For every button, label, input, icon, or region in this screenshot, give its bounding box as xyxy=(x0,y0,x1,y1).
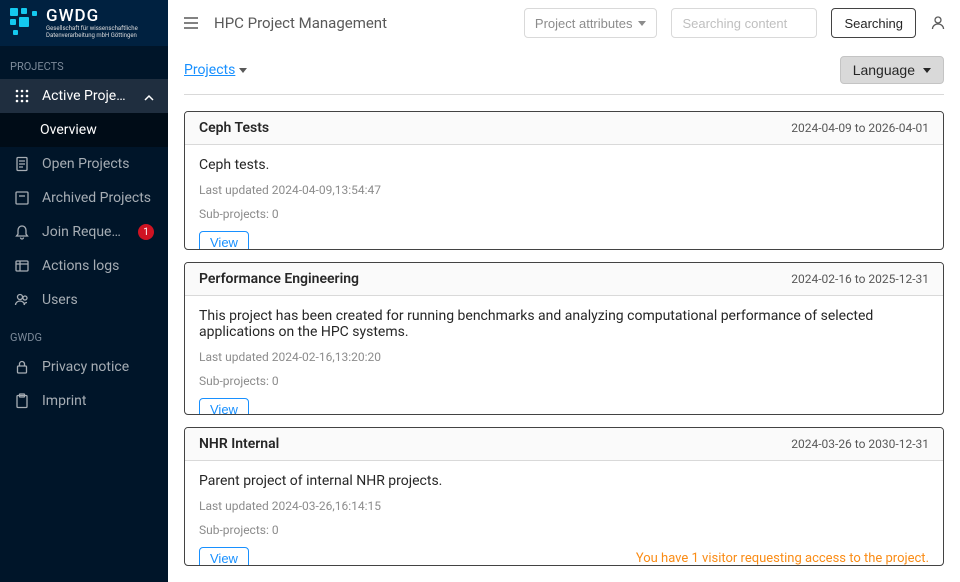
sidebar-item-label: Open Projects xyxy=(42,156,154,172)
project-dates: 2024-02-16 to 2025-12-31 xyxy=(791,272,929,286)
sidebar-item-label: Privacy notice xyxy=(42,359,154,375)
project-card-body: Ceph tests. Last updated 2024-04-09,13:5… xyxy=(185,145,943,250)
file-icon xyxy=(14,156,30,172)
project-description: This project has been created for runnin… xyxy=(199,308,929,340)
project-dates: 2024-03-26 to 2030-12-31 xyxy=(791,437,929,451)
project-card-body: Parent project of internal NHR projects.… xyxy=(185,461,943,566)
project-sub-projects: Sub-projects: 0 xyxy=(199,374,929,388)
search-button[interactable]: Searching xyxy=(831,8,916,38)
notification-badge: 1 xyxy=(138,224,154,240)
language-button[interactable]: Language xyxy=(840,56,944,84)
sidebar-item-privacy-notice[interactable]: Privacy notice xyxy=(0,350,168,384)
view-button[interactable]: View xyxy=(199,231,249,250)
dropdown-label: Project attributes xyxy=(535,16,633,31)
grid-icon xyxy=(14,88,30,104)
clipboard-icon xyxy=(14,393,30,409)
view-button[interactable]: View xyxy=(199,398,249,415)
project-attributes-dropdown[interactable]: Project attributes xyxy=(524,8,658,38)
project-dates: 2024-04-09 to 2026-04-01 xyxy=(791,121,929,135)
project-card-header: NHR Internal 2024-03-26 to 2030-12-31 xyxy=(185,428,943,461)
caret-down-icon xyxy=(638,21,646,26)
project-card-footer: View xyxy=(199,231,929,250)
sidebar-item-open-projects[interactable]: Open Projects xyxy=(0,147,168,181)
table-icon xyxy=(14,258,30,274)
brand-logo[interactable]: GWDG Gesellschaft für wissenschaftliche … xyxy=(0,0,168,46)
sidebar-section-gwdg: GWDG xyxy=(0,317,168,350)
project-title: Performance Engineering xyxy=(199,271,359,287)
sidebar-item-label: Join Requests xyxy=(42,224,126,240)
archive-icon xyxy=(14,190,30,206)
lock-icon xyxy=(14,359,30,375)
user-icon[interactable] xyxy=(930,15,946,31)
sidebar-item-label: Overview xyxy=(40,122,154,138)
sidebar-item-label: Active Projects xyxy=(42,88,132,104)
sidebar-item-users[interactable]: Users xyxy=(0,283,168,317)
sidebar-item-active-projects[interactable]: Active Projects xyxy=(0,79,168,113)
sidebar-item-label: Actions logs xyxy=(42,258,154,274)
users-icon xyxy=(14,292,30,308)
project-card: NHR Internal 2024-03-26 to 2030-12-31 Pa… xyxy=(184,427,944,566)
sidebar-item-archived-projects[interactable]: Archived Projects xyxy=(0,181,168,215)
project-sub-projects: Sub-projects: 0 xyxy=(199,523,929,537)
sidebar-item-imprint[interactable]: Imprint xyxy=(0,384,168,418)
header: HPC Project Management Project attribute… xyxy=(168,0,960,46)
project-title: Ceph Tests xyxy=(199,120,269,136)
caret-down-icon xyxy=(239,68,247,73)
sidebar-item-label: Users xyxy=(42,292,154,308)
sidebar-item-join-requests[interactable]: Join Requests 1 xyxy=(0,215,168,249)
project-last-updated: Last updated 2024-02-16,13:20:20 xyxy=(199,350,929,364)
project-card-header: Ceph Tests 2024-04-09 to 2026-04-01 xyxy=(185,112,943,145)
project-card-footer: View xyxy=(199,398,929,415)
breadcrumb-label: Projects xyxy=(184,62,235,78)
project-last-updated: Last updated 2024-04-09,13:54:47 xyxy=(199,183,929,197)
view-button[interactable]: View xyxy=(199,547,249,566)
subheader: Projects Language xyxy=(168,46,960,94)
chevron-up-icon xyxy=(144,91,154,101)
breadcrumb-projects[interactable]: Projects xyxy=(184,62,247,78)
project-card-body: This project has been created for runnin… xyxy=(185,296,943,415)
search-input[interactable] xyxy=(671,8,817,38)
project-description: Ceph tests. xyxy=(199,157,929,173)
project-card: Ceph Tests 2024-04-09 to 2026-04-01 Ceph… xyxy=(184,111,944,250)
divider xyxy=(184,94,944,95)
brand-text: GWDG Gesellschaft für wissenschaftliche … xyxy=(46,6,138,39)
brand-icon xyxy=(10,8,40,38)
brand-tagline-2: Datenverarbeitung mbH Göttingen xyxy=(46,33,138,40)
sidebar-item-label: Archived Projects xyxy=(42,190,154,206)
main-area: HPC Project Management Project attribute… xyxy=(168,0,960,582)
brand-name: GWDG xyxy=(46,6,138,26)
bell-icon xyxy=(14,224,30,240)
sidebar-item-actions-logs[interactable]: Actions logs xyxy=(0,249,168,283)
sidebar: GWDG Gesellschaft für wissenschaftliche … xyxy=(0,0,168,582)
project-card-header: Performance Engineering 2024-02-16 to 20… xyxy=(185,263,943,296)
sidebar-section-projects: PROJECTS xyxy=(0,46,168,79)
project-title: NHR Internal xyxy=(199,436,279,452)
caret-down-icon xyxy=(923,68,931,73)
language-label: Language xyxy=(853,62,915,78)
project-sub-projects: Sub-projects: 0 xyxy=(199,207,929,221)
project-last-updated: Last updated 2024-03-26,16:14:15 xyxy=(199,499,929,513)
page-title: HPC Project Management xyxy=(214,14,387,32)
project-card: Performance Engineering 2024-02-16 to 20… xyxy=(184,262,944,415)
project-card-footer: View You have 1 visitor requesting acces… xyxy=(199,547,929,566)
visitor-notice: You have 1 visitor requesting access to … xyxy=(636,551,929,566)
project-description: Parent project of internal NHR projects. xyxy=(199,473,929,489)
sidebar-item-label: Imprint xyxy=(42,393,154,409)
menu-toggle-icon[interactable] xyxy=(182,14,200,32)
sidebar-item-overview[interactable]: Overview xyxy=(0,113,168,147)
project-list: Ceph Tests 2024-04-09 to 2026-04-01 Ceph… xyxy=(168,111,960,582)
